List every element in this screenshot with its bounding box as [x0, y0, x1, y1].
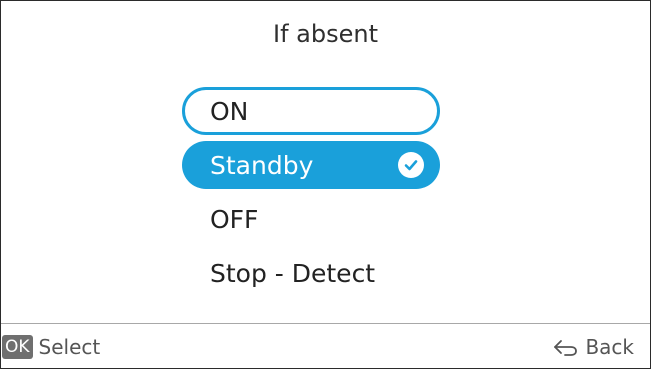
- option-on[interactable]: ON: [182, 87, 440, 135]
- ok-badge: OK: [2, 335, 33, 359]
- screen-title: If absent: [273, 20, 378, 48]
- option-list: ON Standby OFF Stop - Detect: [182, 87, 440, 303]
- option-standby[interactable]: Standby: [182, 141, 440, 189]
- footer-divider: [1, 323, 650, 324]
- back-arrow-icon: [551, 338, 579, 356]
- option-stop-detect-label: Stop - Detect: [210, 258, 376, 288]
- checkmark-icon: [398, 152, 424, 178]
- back-label: Back: [585, 335, 634, 359]
- option-on-label: ON: [210, 96, 249, 126]
- option-off[interactable]: OFF: [182, 195, 440, 243]
- back-button[interactable]: Back: [551, 335, 634, 359]
- select-label: Select: [38, 335, 101, 359]
- if-absent-screen: If absent ON Standby OFF Stop - Detect O…: [0, 0, 651, 369]
- option-standby-label: Standby: [210, 150, 314, 180]
- option-stop-detect[interactable]: Stop - Detect: [182, 249, 440, 297]
- option-off-label: OFF: [210, 204, 259, 234]
- select-hint[interactable]: OK Select: [2, 335, 100, 359]
